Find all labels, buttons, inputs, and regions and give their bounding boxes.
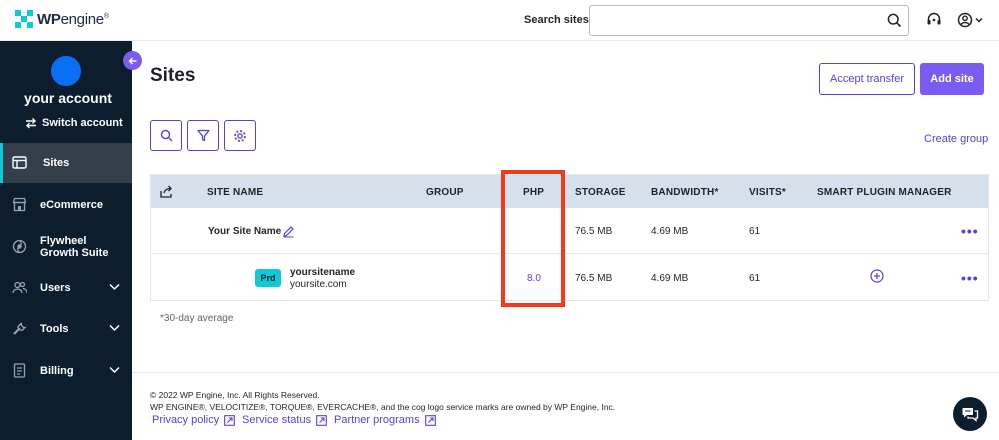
wrench-icon [12,321,27,339]
sidebar-item-tools[interactable]: Tools [0,309,132,349]
create-group-link[interactable]: Create group [924,133,988,145]
add-plugin-manager-icon[interactable] [870,269,884,288]
privacy-policy-link[interactable]: Privacy policy [152,414,236,426]
chat-button[interactable] [953,397,987,431]
column-header-site-name[interactable]: SITE NAME [207,187,263,198]
sidebar-item-users[interactable]: Users [0,268,132,308]
switch-arrows-icon [26,118,36,129]
copyright-text: © 2022 WP Engine, Inc. All Rights Reserv… [150,390,320,400]
filter-icon [196,129,210,142]
search-icon [160,129,172,142]
logo-mark-icon [15,10,33,28]
chevron-down-icon[interactable] [109,323,120,335]
settings-button[interactable] [224,120,256,151]
flywheel-icon [12,239,27,257]
sites-table: SITE NAME GROUP PHP STORAGE BANDWIDTH* V… [150,174,989,301]
sidebar-item-label: Users [40,282,71,294]
environment-visits: 61 [749,273,761,284]
store-icon [12,197,27,215]
wp-engine-logo[interactable]: WPengine® [15,10,109,28]
edit-icon[interactable] [282,225,295,243]
search-icon[interactable] [887,13,902,33]
billing-icon [12,363,27,381]
column-header-group[interactable]: GROUP [426,187,464,198]
more-options-icon[interactable]: ••• [961,271,979,285]
table-row[interactable]: Prd yoursitename yoursite.com 8.0 76.5 M… [151,255,988,301]
external-link-icon [316,414,327,426]
page-title: Sites [150,65,196,86]
external-link-icon [224,414,236,426]
users-icon [12,280,28,298]
settings-icon [234,129,246,142]
headset-icon[interactable] [925,11,943,34]
account-name: your account [24,90,112,106]
sidebar-item-label: eCommerce [40,199,103,211]
avatar [51,56,81,86]
search-field[interactable] [589,5,909,36]
sidebar-item-label: Billing [40,365,74,377]
user-circle-icon[interactable] [957,11,985,34]
site-storage: 76.5 MB [575,226,613,237]
search-label: Search sites [524,14,589,26]
sidebar-item-billing[interactable]: Billing [0,351,132,391]
sidebar-item-label: Tools [40,323,69,335]
trademark-text: WP ENGINE®, VELOCITIZE®, TORQUE®, EVERCA… [150,402,616,412]
php-column-highlight [501,170,565,307]
column-header-smart-plugin-manager[interactable]: SMART PLUGIN MANAGER [817,187,952,198]
footer: © 2022 WP Engine, Inc. All Rights Reserv… [132,372,999,440]
environment-storage: 76.5 MB [575,273,613,284]
environment-domain[interactable]: yoursite.com [290,279,347,290]
column-header-bandwidth[interactable]: BANDWIDTH* [651,187,719,198]
share-icon[interactable] [160,185,174,203]
sidebar-item-sites[interactable]: Sites [0,143,132,183]
switch-account-label: Switch account [42,117,123,129]
sidebar-item-ecommerce[interactable]: eCommerce [0,185,132,225]
logo-text: WPengine® [37,10,109,28]
top-bar: WPengine® Search sites [0,0,999,41]
chevron-down-icon[interactable] [109,365,120,377]
chat-icon [962,408,979,422]
column-header-storage[interactable]: STORAGE [575,187,626,198]
search-sites-button[interactable] [150,120,182,151]
filter-button[interactable] [187,120,219,151]
accept-transfer-button[interactable]: Accept transfer [819,63,915,95]
external-link-icon [424,414,436,426]
site-bandwidth: 4.69 MB [651,226,689,237]
switch-account-button[interactable]: Switch account [25,117,123,129]
add-site-button[interactable]: Add site [920,63,984,95]
site-visits: 61 [749,226,761,237]
search-input[interactable] [590,6,880,35]
sidebar-item-label: Flywheel Growth Suite [40,235,109,259]
sites-icon [12,155,27,173]
column-header-visits[interactable]: VISITS* [749,187,786,198]
more-options-icon[interactable]: ••• [961,224,979,238]
environment-name[interactable]: yoursitename [290,267,355,278]
chevron-down-icon[interactable] [109,282,120,294]
footnote: *30-day average [160,313,234,324]
sidebar: your account Switch account Sites eComme… [0,41,132,440]
service-status-link[interactable]: Service status [242,414,327,426]
table-row[interactable]: Your Site Name 76.5 MB 4.69 MB 61 ••• [151,208,988,254]
environment-badge: Prd [255,269,281,287]
arrow-left-icon [128,57,136,64]
environment-bandwidth: 4.69 MB [651,273,689,284]
partner-programs-link[interactable]: Partner programs [334,414,436,426]
sidebar-item-flywheel-growth-suite[interactable]: Flywheel Growth Suite [0,227,132,267]
sidebar-item-label: Sites [43,157,70,169]
table-header: SITE NAME GROUP PHP STORAGE BANDWIDTH* V… [151,175,988,208]
site-name[interactable]: Your Site Name [208,226,281,237]
collapse-sidebar-button[interactable] [123,51,142,70]
